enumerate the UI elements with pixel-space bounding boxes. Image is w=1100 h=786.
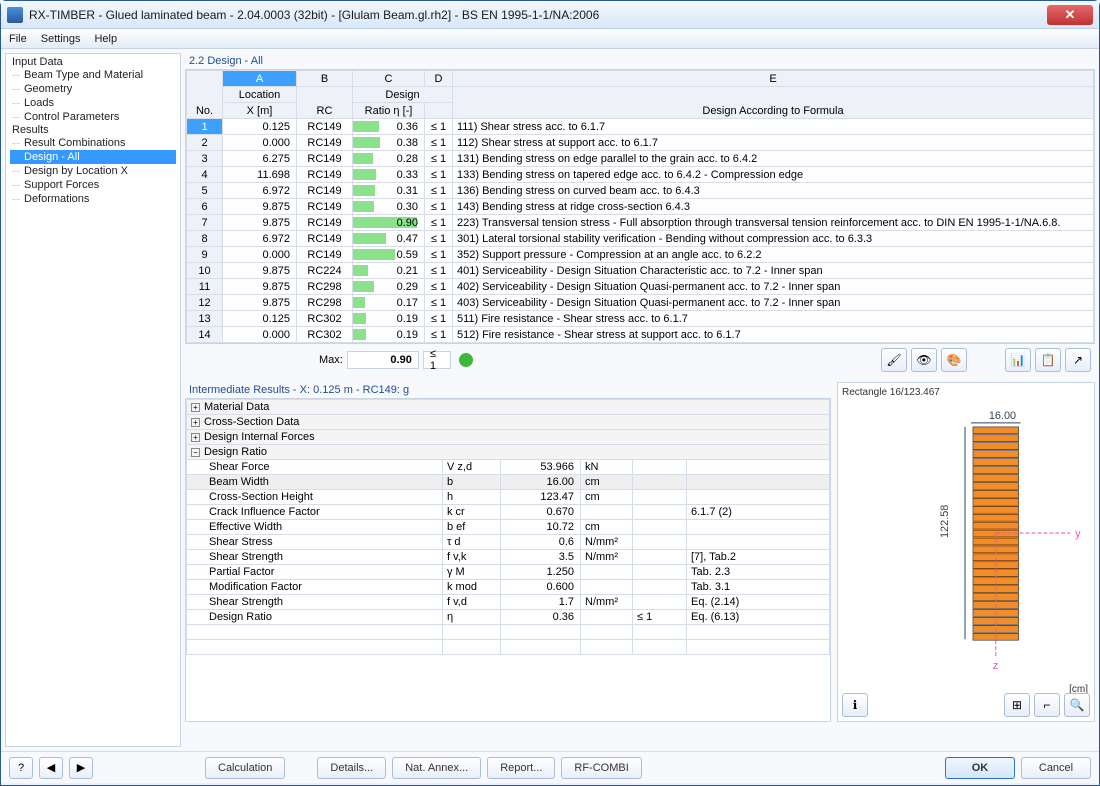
col-no: No.: [187, 71, 223, 119]
hdr-rc: RC: [297, 87, 353, 119]
table-row[interactable]: 1 0.125RC149 0.36 ≤ 1111) Shear stress a…: [187, 119, 1094, 135]
group-design-internal-forces[interactable]: +Design Internal Forces: [187, 430, 830, 445]
table-row[interactable]: 10 9.875RC224 0.21 ≤ 1401) Serviceabilit…: [187, 263, 1094, 279]
tree-input-data[interactable]: Input Data: [10, 56, 176, 68]
col-a[interactable]: A: [223, 71, 297, 87]
max-limit: ≤ 1: [423, 351, 451, 369]
ok-button[interactable]: OK: [945, 757, 1015, 779]
detail-row[interactable]: Partial Factorγ M1.250Tab. 2.3: [187, 565, 830, 580]
tree-support-forces[interactable]: Support Forces: [10, 178, 176, 192]
cs-width-label: 16.00: [989, 410, 1016, 422]
menu-bar: File Settings Help: [1, 29, 1099, 49]
tree-design-all[interactable]: Design - All: [10, 150, 176, 164]
table-row[interactable]: 2 0.000RC149 0.38 ≤ 1112) Shear stress a…: [187, 135, 1094, 151]
cs-tool-1[interactable]: ⊞: [1004, 693, 1030, 717]
calculation-button[interactable]: Calculation: [205, 757, 285, 779]
detail-row[interactable]: Modification Factork mod0.600Tab. 3.1: [187, 580, 830, 595]
info-icon[interactable]: ℹ: [842, 693, 868, 717]
tree-design-location-x[interactable]: Design by Location X: [10, 164, 176, 178]
detail-row[interactable]: Shear Strengthf v,d1.7N/mm²Eq. (2.14): [187, 595, 830, 610]
tool-icon-1[interactable]: 🖌: [881, 348, 907, 372]
cancel-button[interactable]: Cancel: [1021, 757, 1091, 779]
tool-icon-2[interactable]: 👁: [911, 348, 937, 372]
max-label: Max:: [319, 354, 343, 366]
app-icon: [7, 7, 23, 23]
hdr-design: Design: [353, 87, 453, 103]
table-row[interactable]: 11 9.875RC298 0.29 ≤ 1402) Serviceabilit…: [187, 279, 1094, 295]
nat-annex-button[interactable]: Nat. Annex...: [392, 757, 481, 779]
title-bar: RX-TIMBER - Glued laminated beam - 2.04.…: [1, 1, 1099, 29]
navigation-tree: Input Data Beam Type and Material Geomet…: [5, 53, 181, 747]
tool-icon-3[interactable]: 🎨: [941, 348, 967, 372]
col-c[interactable]: C: [353, 71, 425, 87]
design-table[interactable]: No. A B C D E Location RC Design Design …: [185, 69, 1095, 344]
tree-deformations[interactable]: Deformations: [10, 192, 176, 206]
detail-row[interactable]: Effective Widthb ef10.72cm: [187, 520, 830, 535]
detail-row[interactable]: Design Ratioη0.36≤ 1Eq. (6.13): [187, 610, 830, 625]
tree-control-params[interactable]: Control Parameters: [10, 110, 176, 124]
next-icon[interactable]: ▶: [69, 757, 93, 779]
cs-tool-3[interactable]: 🔍: [1064, 693, 1090, 717]
table-row[interactable]: 13 0.125RC302 0.19 ≤ 1511) Fire resistan…: [187, 311, 1094, 327]
detail-row[interactable]: Shear Strengthf v,k3.5N/mm²[7], Tab.2: [187, 550, 830, 565]
prev-icon[interactable]: ◀: [39, 757, 63, 779]
max-value: 0.90: [347, 351, 419, 369]
tool-icon-6[interactable]: ↗: [1065, 348, 1091, 372]
table-row[interactable]: 12 9.875RC298 0.17 ≤ 1403) Serviceabilit…: [187, 295, 1094, 311]
table-row[interactable]: 7 9.875RC149 0.90 ≤ 1223) Transversal te…: [187, 215, 1094, 231]
table-row[interactable]: 4 11.698RC149 0.33 ≤ 1133) Bending stres…: [187, 167, 1094, 183]
col-b[interactable]: B: [297, 71, 353, 87]
hdr-ratio: Ratio η [-]: [353, 103, 425, 119]
section-title: 2.2 Design - All: [185, 53, 1095, 69]
svg-text:y: y: [1075, 528, 1081, 540]
menu-settings[interactable]: Settings: [41, 29, 81, 48]
tool-icon-5[interactable]: 📋: [1035, 348, 1061, 372]
help-icon[interactable]: ?: [9, 757, 33, 779]
table-row[interactable]: 5 6.972RC149 0.31 ≤ 1136) Bending stress…: [187, 183, 1094, 199]
group-cross-section-data[interactable]: +Cross-Section Data: [187, 415, 830, 430]
tool-icon-4[interactable]: 📊: [1005, 348, 1031, 372]
cs-tool-2[interactable]: ⌐: [1034, 693, 1060, 717]
window-title: RX-TIMBER - Glued laminated beam - 2.04.…: [29, 8, 1047, 22]
report-button[interactable]: Report...: [487, 757, 555, 779]
detail-row[interactable]: Shear ForceV z,d53.966kN: [187, 460, 830, 475]
hdr-formula: Design According to Formula: [453, 87, 1094, 119]
rf-combi-button[interactable]: RF-COMBI: [561, 757, 641, 779]
table-row[interactable]: 8 6.972RC149 0.47 ≤ 1301) Lateral torsio…: [187, 231, 1094, 247]
intermediate-results-table[interactable]: +Material Data +Cross-Section Data +Desi…: [185, 398, 831, 722]
detail-row[interactable]: Crack Influence Factork cr0.6706.1.7 (2): [187, 505, 830, 520]
tree-result-combinations[interactable]: Result Combinations: [10, 136, 176, 150]
details-button[interactable]: Details...: [317, 757, 386, 779]
table-row[interactable]: 6 9.875RC149 0.30 ≤ 1143) Bending stress…: [187, 199, 1094, 215]
hdr-x: X [m]: [223, 103, 297, 119]
col-e[interactable]: E: [453, 71, 1094, 87]
detail-row[interactable]: Beam Widthb16.00cm: [187, 475, 830, 490]
hdr-location: Location: [223, 87, 297, 103]
group-material-data[interactable]: +Material Data: [187, 400, 830, 415]
tree-geometry[interactable]: Geometry: [10, 82, 176, 96]
menu-file[interactable]: File: [9, 29, 27, 48]
footer-bar: ? ◀ ▶ Calculation Details... Nat. Annex.…: [1, 751, 1099, 783]
col-d[interactable]: D: [425, 71, 453, 87]
tree-loads[interactable]: Loads: [10, 96, 176, 110]
table-row[interactable]: 9 0.000RC149 0.59 ≤ 1352) Support pressu…: [187, 247, 1094, 263]
menu-help[interactable]: Help: [94, 29, 117, 48]
check-ok-icon: [459, 353, 473, 367]
tree-results[interactable]: Results: [10, 124, 176, 136]
table-row[interactable]: 14 0.000RC302 0.19 ≤ 1512) Fire resistan…: [187, 327, 1094, 343]
cross-section-title: Rectangle 16/123.467: [842, 387, 1090, 398]
group-design-ratio[interactable]: −Design Ratio: [187, 445, 830, 460]
detail-row[interactable]: Cross-Section Heighth123.47cm: [187, 490, 830, 505]
close-button[interactable]: ✕: [1047, 5, 1093, 25]
table-row[interactable]: 3 6.275RC149 0.28 ≤ 1131) Bending stress…: [187, 151, 1094, 167]
detail-row[interactable]: Shear Stressτ d0.6N/mm²: [187, 535, 830, 550]
svg-text:z: z: [993, 660, 998, 672]
cs-height-label: 122.58: [939, 505, 951, 538]
intermediate-results-title: Intermediate Results - X: 0.125 m - RC14…: [185, 382, 831, 398]
hdr-lim: [425, 103, 453, 119]
tree-beam-type[interactable]: Beam Type and Material: [10, 68, 176, 82]
cross-section-preview: Rectangle 16/123.467 16.00 122.58 y z [c…: [837, 382, 1095, 722]
